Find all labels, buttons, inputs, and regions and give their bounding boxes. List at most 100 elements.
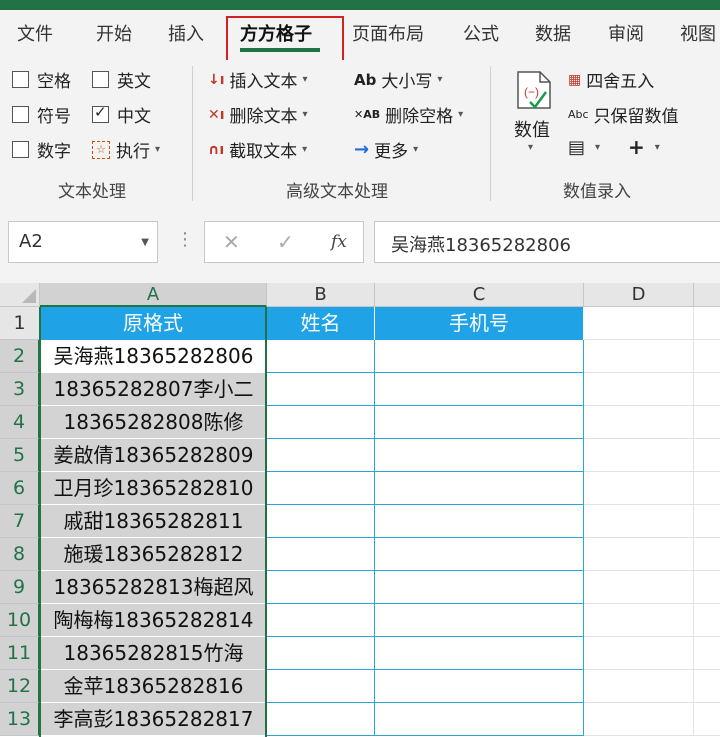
row-header[interactable]: 13: [0, 703, 40, 736]
value-button[interactable]: (−) 数值 ▾: [512, 68, 556, 156]
checkbox-english[interactable]: 英文: [92, 67, 151, 92]
table-header-cell[interactable]: 手机号: [375, 307, 584, 340]
cell[interactable]: [694, 472, 720, 505]
case-button[interactable]: Ab 大小写 ▾: [354, 67, 442, 93]
table-cell[interactable]: [375, 538, 584, 571]
table-cell[interactable]: 18365282815竹海: [40, 637, 267, 670]
cell[interactable]: [694, 439, 720, 472]
checkbox-chinese[interactable]: 中文: [92, 102, 151, 127]
row-header[interactable]: 3: [0, 373, 40, 406]
cell[interactable]: [584, 703, 694, 736]
table-cell[interactable]: 施瑗18365282812: [40, 538, 267, 571]
table-cell[interactable]: [375, 439, 584, 472]
tab-data[interactable]: 数据: [535, 20, 571, 46]
tab-file[interactable]: 文件: [17, 20, 53, 46]
spreadsheet-grid[interactable]: A B C D 1 原格式 姓名 手机号 2 吴海燕18365282806 3 1836528…: [0, 283, 720, 737]
table-cell[interactable]: 李高彭18365282817: [40, 703, 267, 736]
cell[interactable]: [694, 505, 720, 538]
column-header-b[interactable]: B: [267, 283, 375, 307]
row-header[interactable]: 8: [0, 538, 40, 571]
tab-page-layout[interactable]: 页面布局: [352, 20, 424, 46]
table-cell[interactable]: [375, 505, 584, 538]
table-cell[interactable]: [375, 604, 584, 637]
table-cell[interactable]: [267, 505, 375, 538]
cell[interactable]: [694, 637, 720, 670]
cell[interactable]: [694, 538, 720, 571]
table-cell[interactable]: [267, 571, 375, 604]
cell[interactable]: [584, 406, 694, 439]
table-cell[interactable]: [375, 340, 584, 373]
table-cell[interactable]: [267, 604, 375, 637]
cell[interactable]: [694, 670, 720, 703]
column-header-e[interactable]: [694, 283, 720, 307]
cell[interactable]: [584, 604, 694, 637]
active-cell[interactable]: 吴海燕18365282806: [40, 340, 267, 373]
delete-spaces-button[interactable]: ✕AB 删除空格 ▾: [354, 102, 463, 127]
table-cell[interactable]: [267, 472, 375, 505]
table-cell[interactable]: 18365282808陈修: [40, 406, 267, 439]
keep-values-button[interactable]: Abc 只保留数值: [568, 102, 679, 127]
tab-home[interactable]: 开始: [96, 20, 132, 46]
name-box[interactable]: A2 ▼: [8, 221, 158, 263]
more-button[interactable]: → 更多 ▾: [354, 137, 418, 162]
table-cell[interactable]: [375, 472, 584, 505]
round-button[interactable]: ▦ 四舍五入: [568, 67, 654, 93]
table-cell[interactable]: [267, 373, 375, 406]
tab-formulas[interactable]: 公式: [463, 20, 499, 46]
cell[interactable]: [694, 703, 720, 736]
cell[interactable]: [694, 571, 720, 604]
enter-check-icon[interactable]: ✓: [277, 230, 294, 254]
execute-button[interactable]: ☆ 执行 ▾: [92, 137, 160, 162]
table-cell[interactable]: [375, 637, 584, 670]
cell[interactable]: [694, 340, 720, 373]
table-cell[interactable]: [267, 406, 375, 439]
table-cell[interactable]: 戚甜18365282811: [40, 505, 267, 538]
formula-input[interactable]: 吴海燕18365282806: [374, 221, 720, 263]
table-cell[interactable]: 姜啟倩18365282809: [40, 439, 267, 472]
extract-text-button[interactable]: ∩ı 截取文本 ▾: [208, 137, 307, 163]
cell[interactable]: [584, 637, 694, 670]
cell[interactable]: [584, 472, 694, 505]
cell[interactable]: [584, 439, 694, 472]
row-header[interactable]: 12: [0, 670, 40, 703]
column-header-d[interactable]: D: [584, 283, 694, 307]
table-cell[interactable]: 陶梅梅18365282814: [40, 604, 267, 637]
tab-review[interactable]: 审阅: [608, 20, 644, 46]
table-cell[interactable]: [375, 703, 584, 736]
row-header[interactable]: 6: [0, 472, 40, 505]
checkbox-number[interactable]: 数字: [12, 137, 71, 162]
table-cell[interactable]: 金苹18365282816: [40, 670, 267, 703]
table-cell[interactable]: 18365282807李小二: [40, 373, 267, 406]
cell[interactable]: [584, 670, 694, 703]
table-cell[interactable]: [267, 703, 375, 736]
add-button[interactable]: + ▾: [628, 135, 660, 159]
table-cell[interactable]: [375, 373, 584, 406]
table-cell[interactable]: [267, 670, 375, 703]
cell[interactable]: [584, 373, 694, 406]
table-cell[interactable]: 18365282813梅超风: [40, 571, 267, 604]
row-header[interactable]: 1: [0, 307, 40, 340]
table-cell[interactable]: 卫月珍18365282810: [40, 472, 267, 505]
table-cell[interactable]: [375, 571, 584, 604]
row-header[interactable]: 2: [0, 340, 40, 373]
row-header[interactable]: 4: [0, 406, 40, 439]
row-header[interactable]: 11: [0, 637, 40, 670]
checkbox-space[interactable]: 空格: [12, 67, 71, 92]
cancel-icon[interactable]: ✕: [223, 230, 240, 254]
cell[interactable]: [694, 406, 720, 439]
select-all-corner[interactable]: [0, 283, 40, 307]
cell[interactable]: [584, 571, 694, 604]
tab-view[interactable]: 视图: [680, 20, 716, 46]
insert-text-button[interactable]: ↓ı 插入文本 ▾: [208, 67, 308, 93]
cell[interactable]: [584, 505, 694, 538]
table-header-cell[interactable]: 姓名: [267, 307, 375, 340]
cell[interactable]: [584, 307, 694, 340]
cell[interactable]: [694, 373, 720, 406]
checkbox-symbol[interactable]: 符号: [12, 102, 71, 127]
delete-text-button[interactable]: ✕ı 删除文本 ▾: [208, 102, 308, 128]
cell[interactable]: [694, 604, 720, 637]
table-cell[interactable]: [375, 406, 584, 439]
table-cell[interactable]: [375, 670, 584, 703]
row-header[interactable]: 7: [0, 505, 40, 538]
table-cell[interactable]: [267, 637, 375, 670]
